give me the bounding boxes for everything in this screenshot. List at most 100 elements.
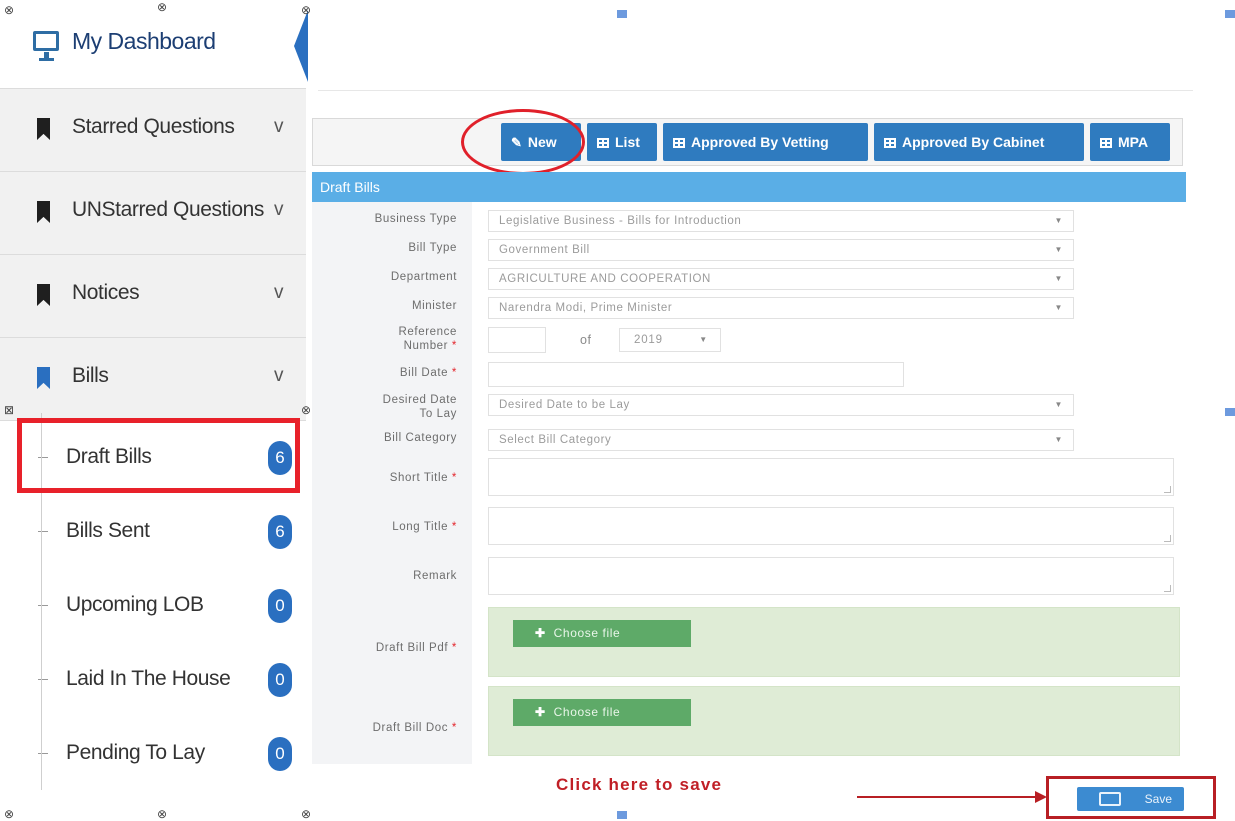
bookmark-icon — [37, 284, 50, 306]
count-badge: 6 — [268, 515, 292, 549]
sidebar-subitem-pending-to-lay[interactable]: Pending To Lay 0 — [0, 717, 306, 792]
sidebar-item-starred-questions[interactable]: Starred Questions v — [0, 89, 306, 172]
table-icon — [1100, 138, 1112, 148]
required-mark: * — [451, 340, 457, 352]
choose-file-doc-button[interactable]: ✚ Choose file — [513, 699, 691, 726]
bookmark-icon — [37, 367, 50, 389]
sidebar-item-unstarred-questions[interactable]: UNStarred Questions v — [0, 172, 306, 255]
long-title-label: Long Title * — [312, 520, 457, 534]
reference-of-text: of — [580, 333, 592, 347]
selection-handle: ⊗ — [301, 403, 312, 417]
bill-type-value: Government Bill — [499, 244, 590, 256]
minister-value: Narendra Modi, Prime Minister — [499, 302, 673, 314]
click-here-annotation: Click here to save — [556, 775, 723, 794]
approved-by-vetting-button[interactable]: Approved By Vetting — [663, 123, 868, 161]
selection-handle — [617, 10, 627, 18]
mpa-button[interactable]: MPA — [1090, 123, 1170, 161]
caret-down-icon: ▼ — [1054, 274, 1063, 283]
remark-textarea[interactable] — [488, 557, 1174, 595]
bill-category-label: Bill Category — [384, 432, 457, 444]
dashboard-label: My Dashboard — [72, 28, 216, 54]
reference-year-value: 2019 — [634, 334, 663, 346]
sidebar-subitem-upcoming-lob[interactable]: Upcoming LOB 0 — [0, 569, 306, 644]
panel-title: Draft Bills — [312, 172, 1186, 202]
mpa-button-label: MPA — [1118, 134, 1149, 150]
short-title-label-text: Short Title — [389, 472, 449, 484]
business-type-select[interactable]: Legislative Business - Bills for Introdu… — [488, 210, 1074, 232]
reference-label-line1: Reference — [398, 326, 457, 338]
sidebar-item-label: Starred Questions — [72, 115, 235, 138]
reference-year-select[interactable]: 2019 ▼ — [619, 328, 721, 352]
sidebar-dashboard[interactable]: My Dashboard — [0, 0, 306, 89]
sidebar-item-label: UNStarred Questions — [72, 198, 264, 221]
save-button[interactable]: Save — [1077, 787, 1184, 811]
list-button[interactable]: List — [587, 123, 657, 161]
tree-connector — [38, 679, 48, 680]
count-badge: 0 — [268, 737, 292, 771]
choose-file-pdf-button[interactable]: ✚ Choose file — [513, 620, 691, 647]
desired-date-select[interactable]: Desired Date to be Lay ▼ — [488, 394, 1074, 416]
bookmark-icon — [37, 118, 50, 140]
caret-down-icon: ▼ — [699, 335, 708, 344]
plus-icon: ✚ — [535, 626, 546, 640]
reference-number-label: Reference Number * — [312, 325, 457, 353]
long-title-textarea[interactable] — [488, 507, 1174, 545]
bill-category-value: Select Bill Category — [499, 434, 612, 446]
draft-bill-doc-upload: ✚ Choose file — [488, 686, 1180, 756]
sidebar-item-bills[interactable]: Bills v — [0, 338, 306, 421]
required-mark: * — [451, 722, 457, 734]
remark-label: Remark — [413, 570, 457, 582]
reference-label-line2: Number — [403, 340, 449, 352]
bill-category-select[interactable]: Select Bill Category ▼ — [488, 429, 1074, 451]
cabinet-button-label: Approved By Cabinet — [902, 134, 1045, 150]
selection-handle: ⊗ — [301, 807, 312, 821]
sidebar-subitem-laid-in-the-house[interactable]: Laid In The House 0 — [0, 643, 306, 718]
draft-doc-label-text: Draft Bill Doc — [372, 722, 449, 734]
choose-file-label: Choose file — [553, 705, 621, 719]
caret-down-icon: ▼ — [1054, 303, 1063, 312]
department-select[interactable]: AGRICULTURE AND COOPERATION ▼ — [488, 268, 1074, 290]
table-icon — [673, 138, 685, 148]
department-value: AGRICULTURE AND COOPERATION — [499, 273, 711, 285]
sidebar-item-label: Notices — [72, 281, 140, 304]
minister-select[interactable]: Narendra Modi, Prime Minister ▼ — [488, 297, 1074, 319]
selection-handle: ⊗ — [157, 0, 168, 14]
selection-handle: ⊗ — [4, 807, 15, 821]
short-title-textarea[interactable] — [488, 458, 1174, 496]
sidebar-subitem-bills-sent[interactable]: Bills Sent 6 — [0, 495, 306, 570]
desired-date-value: Desired Date to be Lay — [499, 399, 630, 411]
draft-pdf-label-text: Draft Bill Pdf — [375, 642, 449, 654]
short-title-label: Short Title * — [312, 471, 457, 485]
table-icon — [597, 138, 609, 148]
business-type-value: Legislative Business - Bills for Introdu… — [499, 215, 742, 227]
save-floppy-icon — [1099, 792, 1121, 806]
bill-date-input[interactable] — [488, 362, 904, 387]
sidebar-item-notices[interactable]: Notices v — [0, 255, 306, 338]
desired-date-label-line1: Desired Date — [382, 394, 457, 406]
sidebar: My Dashboard Starred Questions v UNStarr… — [0, 0, 306, 821]
tree-connector — [38, 753, 48, 754]
highlight-box-draft-bills — [17, 418, 300, 493]
desired-date-label: Desired Date To Lay — [312, 393, 457, 421]
draft-bill-pdf-label: Draft Bill Pdf * — [312, 641, 457, 655]
chevron-down-icon: v — [274, 199, 284, 220]
bill-type-select[interactable]: Government Bill ▼ — [488, 239, 1074, 261]
header-divider — [318, 90, 1193, 91]
sidebar-subitem-label: Pending To Lay — [66, 741, 205, 764]
list-button-label: List — [615, 134, 640, 150]
required-mark: * — [451, 642, 457, 654]
desired-date-label-line2: To Lay — [419, 408, 457, 420]
count-badge: 0 — [268, 589, 292, 623]
selection-handle: ⊠ — [4, 403, 15, 417]
approved-by-cabinet-button[interactable]: Approved By Cabinet — [874, 123, 1084, 161]
choose-file-label: Choose file — [553, 626, 621, 640]
draft-bill-doc-label: Draft Bill Doc * — [312, 721, 457, 735]
reference-number-input[interactable] — [488, 327, 546, 353]
bill-date-label: Bill Date * — [312, 366, 457, 380]
required-mark: * — [451, 472, 457, 484]
selection-handle: ⊗ — [157, 807, 168, 821]
table-icon — [884, 138, 896, 148]
tree-connector — [38, 605, 48, 606]
minister-label: Minister — [411, 300, 457, 312]
draft-bill-pdf-upload: ✚ Choose file — [488, 607, 1180, 677]
